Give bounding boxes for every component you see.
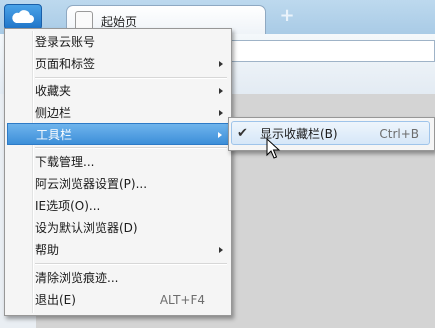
submenu-arrow-icon [219, 88, 223, 94]
checkmark-icon: ✔ [237, 126, 248, 141]
menu-item-sidebar[interactable]: 侧边栏 [7, 102, 229, 124]
cloud-icon [12, 10, 34, 23]
menu-item-label: 工具栏 [36, 128, 73, 142]
menu-item-exit[interactable]: 退出(E) ALT+F4 [7, 289, 229, 311]
menu-separator [35, 147, 227, 149]
menu-item-toolbar[interactable]: 工具栏 [7, 123, 229, 145]
submenu-item-show-favorites-bar[interactable]: ✔ 显示收藏栏(B) Ctrl+B [231, 121, 430, 145]
menu-item-ie-options[interactable]: IE选项(O)... [7, 195, 229, 217]
menu-item-set-default[interactable]: 设为默认浏览器(D) [7, 217, 229, 239]
menu-item-browser-settings[interactable]: 阿云浏览器设置(P)... [7, 173, 229, 195]
app-menu-button[interactable] [4, 4, 42, 30]
menu-item-label: 清除浏览痕迹... [35, 271, 119, 285]
address-bar[interactable] [228, 40, 435, 62]
new-tab-button[interactable]: + [277, 4, 297, 26]
toolbar-submenu: ✔ 显示收藏栏(B) Ctrl+B [228, 117, 435, 151]
menu-item-help[interactable]: 帮助 [7, 239, 229, 261]
menu-item-shortcut: ALT+F4 [159, 293, 205, 307]
submenu-arrow-icon [218, 132, 222, 138]
menu-item-label: 设为默认浏览器(D) [35, 221, 138, 235]
menu-separator [35, 77, 227, 79]
menu-item-label: IE选项(O)... [35, 199, 101, 213]
menu-item-favorites[interactable]: 收藏夹 [7, 80, 229, 102]
menu-item-label: 帮助 [35, 243, 60, 257]
menu-item-label: 阿云浏览器设置(P)... [35, 177, 148, 191]
submenu-arrow-icon [219, 247, 223, 253]
menu-item-downloads[interactable]: 下载管理... [7, 151, 229, 173]
menu-item-label: 登录云账号 [35, 35, 96, 49]
menu-item-label: 收藏夹 [35, 84, 72, 98]
submenu-arrow-icon [219, 110, 223, 116]
plus-icon: + [279, 4, 295, 26]
menu-item-label: 侧边栏 [35, 106, 72, 120]
menu-item-label: 下载管理... [35, 155, 95, 169]
menu-item-login[interactable]: 登录云账号 [7, 31, 229, 53]
submenu-item-shortcut: Ctrl+B [379, 127, 419, 141]
menu-item-label: 退出(E) [35, 293, 76, 307]
menu-item-label: 页面和标签 [35, 57, 96, 71]
menu-separator [35, 263, 227, 265]
app-dropdown-menu: 登录云账号 页面和标签 收藏夹 侧边栏 工具栏 下载管理... 阿云浏览器设置(… [4, 28, 232, 316]
mouse-cursor-icon [266, 138, 281, 159]
menu-item-pages-tabs[interactable]: 页面和标签 [7, 53, 229, 75]
submenu-arrow-icon [219, 61, 223, 67]
menu-item-clear-history[interactable]: 清除浏览痕迹... [7, 267, 229, 289]
